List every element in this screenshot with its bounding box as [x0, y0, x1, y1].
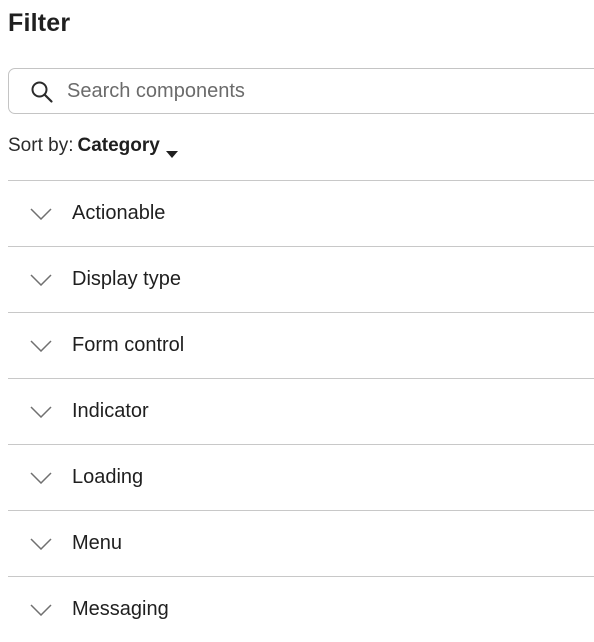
sort-control: Sort by: Category: [8, 132, 178, 160]
search-icon: [30, 80, 54, 104]
category-item-form-control[interactable]: Form control: [8, 312, 594, 378]
chevron-down-icon[interactable]: [30, 537, 52, 551]
category-label: Form control: [72, 334, 185, 356]
chevron-down-icon[interactable]: [30, 273, 52, 287]
category-item-menu[interactable]: Menu: [8, 510, 594, 576]
category-list: Actionable Display type Form control Ind…: [8, 180, 594, 642]
chevron-down-icon[interactable]: [30, 339, 52, 353]
category-item-indicator[interactable]: Indicator: [8, 378, 594, 444]
category-label: Messaging: [72, 598, 169, 620]
category-item-messaging[interactable]: Messaging: [8, 576, 594, 642]
search-input[interactable]: [67, 77, 567, 105]
chevron-down-icon[interactable]: [30, 471, 52, 485]
chevron-down-icon[interactable]: [30, 603, 52, 617]
chevron-down-icon[interactable]: [30, 207, 52, 221]
caret-down-icon[interactable]: [165, 140, 178, 158]
panel-title: Filter: [8, 9, 71, 37]
chevron-down-icon[interactable]: [30, 405, 52, 419]
filter-panel: Filter Sort by:Category Actionable Displ…: [0, 0, 594, 639]
category-label: Display type: [72, 268, 181, 290]
category-label: Actionable: [72, 202, 166, 224]
sort-label: Sort by:: [8, 135, 74, 156]
category-item-display-type[interactable]: Display type: [8, 246, 594, 312]
sort-dropdown[interactable]: Category: [77, 135, 159, 156]
category-label: Indicator: [72, 400, 149, 422]
category-label: Menu: [72, 532, 123, 554]
category-label: Loading: [72, 466, 144, 488]
category-item-loading[interactable]: Loading: [8, 444, 594, 510]
search-box[interactable]: [8, 68, 594, 114]
category-item-actionable[interactable]: Actionable: [8, 180, 594, 246]
